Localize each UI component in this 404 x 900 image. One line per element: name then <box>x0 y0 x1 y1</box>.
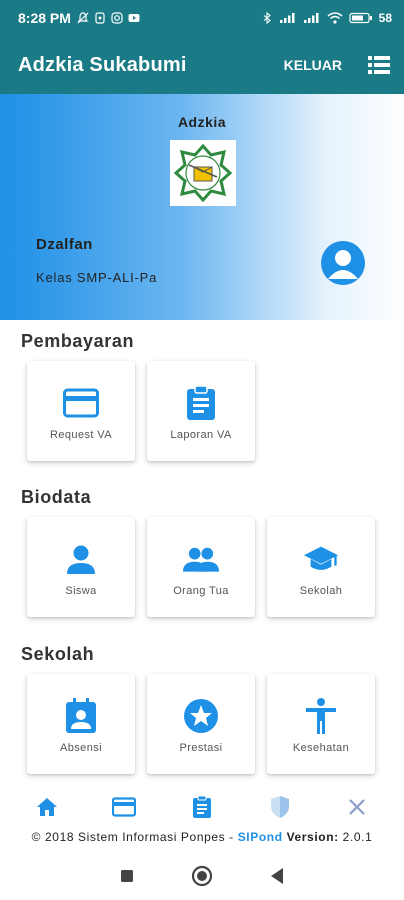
card-label: Laporan VA <box>170 429 232 441</box>
kesehatan-card[interactable]: Kesehatan <box>267 674 375 774</box>
clipboard-icon[interactable] <box>182 787 222 827</box>
laporan-va-card[interactable]: Laporan VA <box>147 361 255 461</box>
notification-icons <box>77 12 140 24</box>
signal-icon-2 <box>303 13 319 23</box>
student-name: Dzalfan <box>36 236 93 253</box>
absensi-card[interactable]: Absensi <box>27 674 135 774</box>
section-title-payment: Pembayaran <box>21 331 135 351</box>
battery-icon <box>349 12 372 24</box>
section-title-school: Sekolah <box>21 644 95 664</box>
sekolah-card[interactable]: Sekolah <box>267 517 375 617</box>
card-label: Orang Tua <box>173 585 229 597</box>
student-class: Kelas SMP-ALI-Pa <box>36 270 158 285</box>
person-icon <box>63 541 99 577</box>
bottom-navigation <box>0 784 404 830</box>
credit-card-icon[interactable] <box>104 787 144 827</box>
school-logo <box>170 140 236 206</box>
card-label: Sekolah <box>299 585 343 597</box>
people-icon <box>183 541 219 577</box>
shield-icon[interactable] <box>260 787 300 827</box>
app-title: Adzkia Sukabumi <box>18 53 187 76</box>
card-label: Absensi <box>60 742 102 754</box>
orang-tua-card[interactable]: Orang Tua <box>147 517 255 617</box>
footer-version-label: Version: <box>282 830 339 844</box>
siswa-card[interactable]: Siswa <box>27 517 135 617</box>
recents-icon[interactable] <box>115 864 139 888</box>
youtube-icon <box>128 14 140 22</box>
footer-prefix: © 2018 Sistem Informasi Ponpes - <box>31 830 238 844</box>
home-icon[interactable] <box>27 787 67 827</box>
clipboard-icon <box>183 385 219 421</box>
star-icon <box>183 698 219 734</box>
school-icon <box>303 541 339 577</box>
section-title-biodata: Biodata <box>21 487 92 507</box>
bluetooth-icon <box>263 12 271 24</box>
status-bar: 8:28 PM 58 <box>0 0 404 36</box>
avatar-icon[interactable] <box>321 241 365 285</box>
footer-version: 2.0.1 <box>338 830 373 844</box>
app-notification-icon <box>95 12 105 24</box>
card-label: Prestasi <box>179 742 223 754</box>
back-icon[interactable] <box>265 864 289 888</box>
battery-level: 58 <box>378 11 392 25</box>
school-logo-emblem <box>173 143 233 203</box>
instagram-icon <box>111 12 123 24</box>
request-va-card[interactable]: Request VA <box>27 361 135 461</box>
logout-button[interactable]: KELUAR <box>284 57 342 73</box>
card-label: Siswa <box>65 585 97 597</box>
badge-icon <box>63 698 99 734</box>
home-button-icon[interactable] <box>190 864 214 888</box>
card-label: Request VA <box>50 429 112 441</box>
close-icon[interactable] <box>337 787 377 827</box>
mute-icon <box>77 12 89 24</box>
app-bar: Adzkia Sukabumi KELUAR <box>0 36 404 94</box>
prestasi-card[interactable]: Prestasi <box>147 674 255 774</box>
profile-banner: Adzkia Dzalfan Kelas SMP-ALI-Pa <box>0 94 404 320</box>
wifi-icon <box>327 12 343 24</box>
system-navigation <box>0 852 404 900</box>
accessibility-icon <box>303 698 339 734</box>
footer-copyright: © 2018 Sistem Informasi Ponpes - SIPond … <box>0 830 404 844</box>
status-time: 8:28 PM <box>18 10 71 26</box>
footer-brand: SIPond <box>237 830 283 844</box>
school-name: Adzkia <box>177 114 227 130</box>
signal-icon <box>279 13 295 23</box>
system-status: 58 <box>261 11 392 25</box>
list-menu-icon[interactable] <box>368 56 390 74</box>
credit-card-icon <box>63 385 99 421</box>
card-label: Kesehatan <box>292 742 350 754</box>
